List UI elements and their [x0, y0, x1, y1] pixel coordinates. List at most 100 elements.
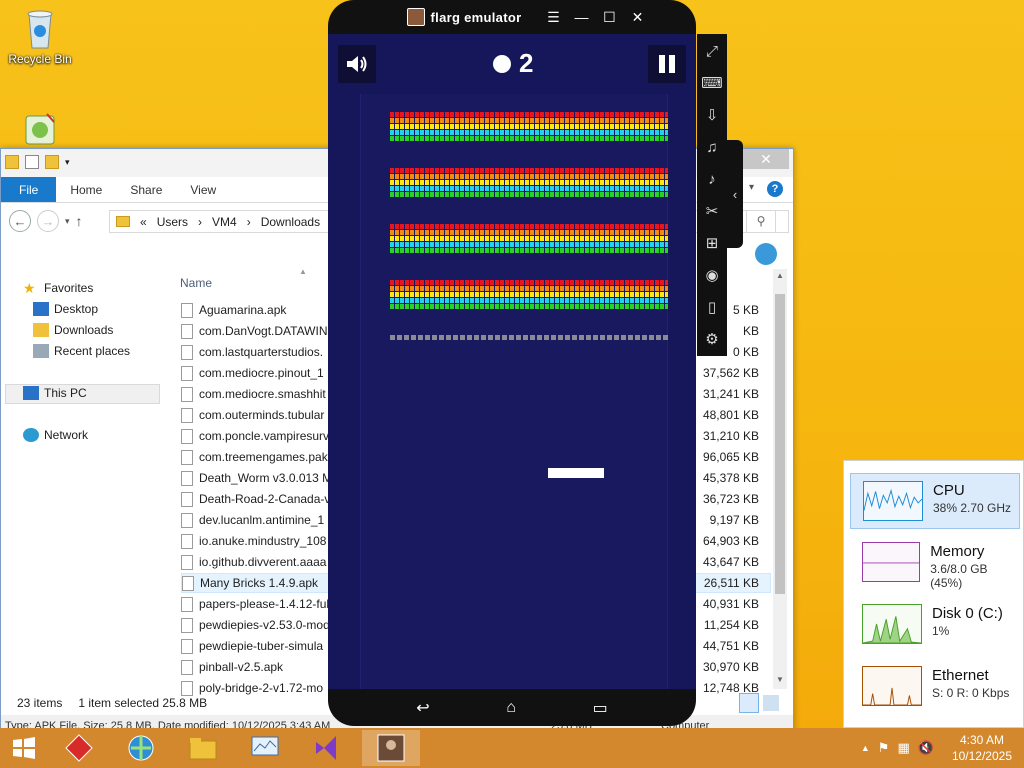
show-hidden-icons-icon[interactable]: ▲	[861, 743, 870, 753]
clock[interactable]: 4:30 AM 10/12/2025	[952, 732, 1012, 764]
file-size: 9,197 KB	[709, 513, 759, 527]
close-button[interactable]: ✕	[623, 9, 651, 26]
file-icon	[181, 491, 193, 507]
file-name: Many Bricks 1.4.9.apk	[200, 576, 319, 590]
volume-up-icon[interactable]: ♫	[697, 132, 727, 162]
menu-icon[interactable]: ☰	[539, 9, 567, 26]
scroll-up-icon[interactable]: ▲	[776, 271, 784, 280]
chevron-down-icon[interactable]: ▾	[65, 155, 79, 169]
taskbar-app-browser[interactable]	[112, 730, 170, 766]
address-overflow[interactable]: «	[140, 215, 147, 229]
ethernet-title: Ethernet	[932, 667, 989, 684]
multi-instance-icon[interactable]: ⊞	[697, 228, 727, 258]
column-header-name[interactable]: Name	[180, 276, 212, 290]
file-icon	[181, 596, 193, 612]
location-icon[interactable]: ◉	[697, 260, 727, 290]
nav-downloads[interactable]: Downloads	[33, 323, 113, 337]
back-key-icon[interactable]: ↩	[416, 698, 429, 718]
file-icon	[181, 428, 193, 444]
new-folder-icon[interactable]	[45, 155, 59, 169]
minimize-button[interactable]: —	[567, 9, 595, 25]
emulator-screen[interactable]: 2	[328, 34, 696, 689]
taskbar: ▲ ⚑ ▦ 🔇 4:30 AM 10/12/2025	[0, 728, 1024, 768]
install-apk-icon[interactable]: ⇩	[697, 100, 727, 130]
collapse-toolbar-button[interactable]: ‹	[727, 140, 743, 248]
settings-icon[interactable]: ⚙	[697, 324, 727, 354]
forward-button[interactable]: →	[37, 210, 59, 232]
volume-muted-icon[interactable]: 🔇	[918, 740, 934, 756]
screenshot-icon[interactable]: ✂	[697, 196, 727, 226]
emulator-window: flarg emulator ☰ — ☐ ✕ 2 ↩ ⌂ ▭	[328, 0, 696, 726]
details-view-icon[interactable]	[739, 693, 759, 713]
ribbon-expand-icon[interactable]: ▾	[749, 182, 754, 193]
back-button[interactable]: ←	[9, 210, 31, 232]
pause-button[interactable]	[648, 45, 686, 83]
recent-locations-icon[interactable]: ▾	[65, 216, 70, 227]
sound-toggle-button[interactable]	[338, 45, 376, 83]
tab-file[interactable]: File	[1, 177, 57, 202]
home-key-icon[interactable]: ⌂	[506, 699, 516, 717]
volume-down-icon[interactable]: ♪	[697, 164, 727, 194]
brick-row	[390, 304, 668, 309]
disk-value: 1%	[932, 624, 950, 638]
recents-key-icon[interactable]: ▭	[593, 698, 608, 718]
nav-this-pc[interactable]: This PC	[23, 386, 87, 400]
brick-row	[390, 174, 668, 179]
perf-disk[interactable]: Disk 0 (C:) 1%	[850, 597, 1020, 653]
taskbar-app-visual-studio[interactable]	[298, 730, 356, 766]
file-size: 64,903 KB	[702, 534, 759, 548]
breadcrumb-downloads[interactable]: Downloads	[261, 215, 320, 229]
properties-icon[interactable]	[25, 155, 39, 169]
brick-row	[390, 124, 668, 129]
tab-home[interactable]: Home	[56, 177, 116, 202]
perf-memory[interactable]: Memory 3.6/8.0 GB (45%)	[850, 535, 1020, 591]
search-input[interactable]: ⚲	[746, 210, 776, 233]
selection-info: 1 item selected 25.8 MB	[78, 696, 208, 710]
close-button[interactable]: ✕	[743, 149, 789, 169]
breadcrumb-vm4[interactable]: VM4	[212, 215, 237, 229]
taskbar-app-explorer[interactable]	[174, 730, 232, 766]
fullscreen-icon[interactable]: ⤢	[697, 36, 727, 66]
network-status-icon[interactable]: ▦	[897, 740, 909, 756]
emulator-app-icon	[377, 734, 405, 762]
shake-icon[interactable]: ▯	[697, 292, 727, 322]
desktop-icon-recycle-bin[interactable]: Recycle Bin	[4, 6, 76, 66]
vertical-scrollbar[interactable]: ▲ ▼	[773, 269, 787, 689]
tab-view[interactable]: View	[176, 177, 230, 202]
visual-studio-icon	[316, 736, 336, 760]
perf-ethernet[interactable]: Ethernet S: 0 R: 0 Kbps	[850, 659, 1020, 715]
action-center-icon[interactable]: ⚑	[878, 740, 890, 756]
large-icons-view-icon[interactable]	[763, 695, 779, 711]
desktop-icon	[33, 302, 49, 316]
start-button[interactable]	[0, 730, 48, 766]
scroll-down-icon[interactable]: ▼	[776, 675, 784, 684]
recycle-bin-label: Recycle Bin	[8, 52, 72, 66]
taskbar-app-red[interactable]	[50, 730, 108, 766]
nav-favorites[interactable]: ★ Favorites	[23, 281, 93, 295]
brick-row	[390, 248, 668, 253]
memory-title: Memory	[930, 543, 985, 560]
taskbar-app-emulator[interactable]	[362, 730, 420, 766]
keyboard-icon[interactable]: ⌨	[697, 68, 727, 98]
perf-cpu[interactable]: CPU 38% 2.70 GHz	[850, 473, 1020, 529]
paddle[interactable]	[548, 468, 604, 478]
taskbar-app-monitor[interactable]	[236, 730, 294, 766]
up-button[interactable]: ↑	[76, 213, 83, 229]
nav-desktop[interactable]: Desktop	[33, 302, 98, 316]
scroll-thumb[interactable]	[775, 294, 785, 594]
help-icon[interactable]: ?	[767, 181, 783, 197]
tab-share[interactable]: Share	[116, 177, 176, 202]
downloads-folder-icon	[33, 323, 49, 337]
file-icon	[181, 470, 193, 486]
nav-network[interactable]: Network	[23, 428, 88, 442]
maximize-button[interactable]: ☐	[595, 9, 623, 26]
file-icon	[181, 659, 193, 675]
ethernet-graph	[862, 666, 922, 706]
file-size: 0 KB	[732, 345, 759, 359]
breadcrumb-users[interactable]: Users	[157, 215, 188, 229]
brick-block	[390, 280, 668, 310]
brick-row	[390, 168, 668, 173]
nav-recent-places[interactable]: Recent places	[33, 344, 130, 358]
folder-icon[interactable]	[5, 155, 19, 169]
star-icon: ★	[23, 280, 36, 296]
